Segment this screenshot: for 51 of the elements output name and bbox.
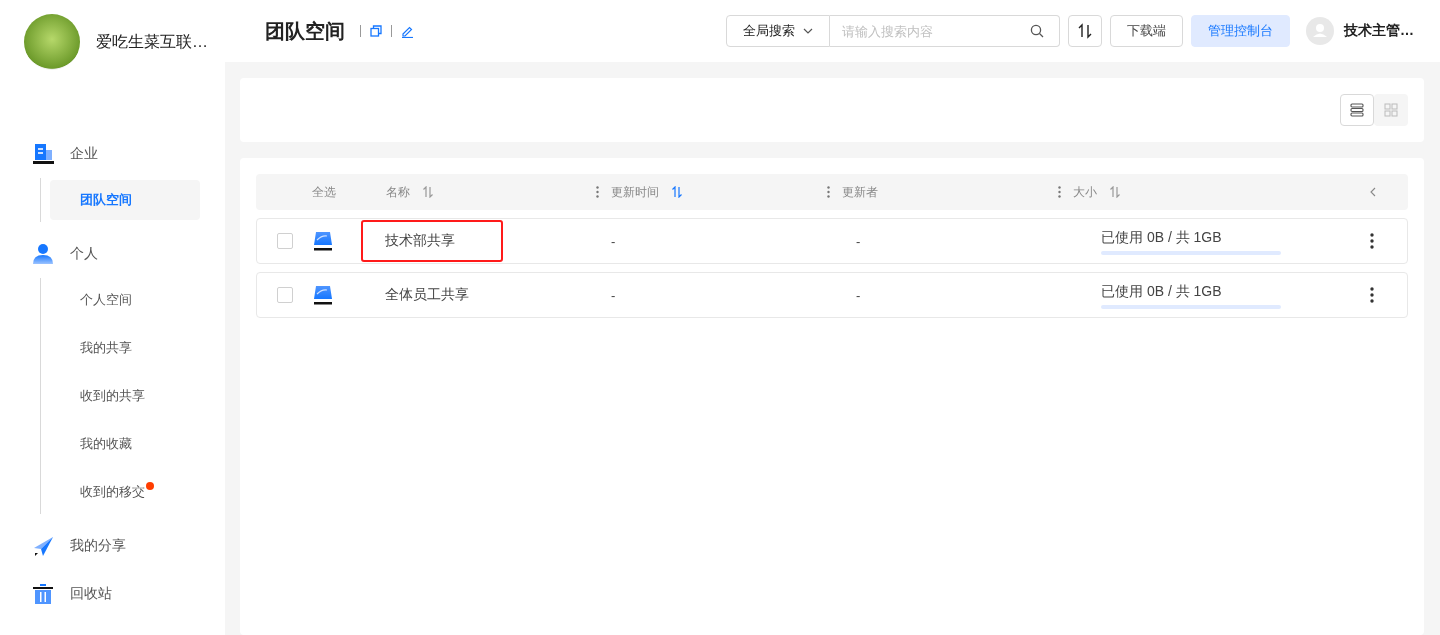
- storage-usage-text: 已使用 0B / 共 1GB: [1101, 283, 1223, 301]
- paper-plane-icon: [32, 536, 54, 556]
- pencil-icon: [401, 24, 414, 38]
- search-icon: [1030, 24, 1044, 38]
- table-cell: -: [611, 233, 616, 249]
- sidebar-item[interactable]: 个人: [0, 230, 225, 278]
- grid-icon: [1384, 103, 1398, 117]
- chevron-down-icon: [803, 28, 813, 34]
- search-scope-dropdown[interactable]: 全局搜索: [726, 15, 830, 47]
- drive-icon: [313, 231, 333, 251]
- sidebar-item[interactable]: 团队空间: [50, 180, 200, 220]
- organization-name: 爱吃生菜互联…: [96, 31, 208, 52]
- page-title: 团队空间: [265, 18, 345, 44]
- person-icon: [32, 244, 54, 264]
- list-view-button[interactable]: [1340, 94, 1374, 126]
- more-options-icon: [1370, 287, 1374, 303]
- table-row[interactable]: 技术部共享 - - 已使用 0B / 共 1GB: [256, 218, 1408, 264]
- storage-usage-text: 已使用 0B / 共 1GB: [1101, 229, 1223, 247]
- table-cell: -: [856, 233, 861, 249]
- sidebar-item[interactable]: 我的收藏: [50, 424, 200, 464]
- table-cell: -: [856, 287, 861, 303]
- list-icon: [1350, 103, 1364, 117]
- trash-can-icon: [32, 584, 54, 604]
- sidebar-item[interactable]: 个人空间: [50, 280, 200, 320]
- checkbox[interactable]: [277, 287, 293, 303]
- drive-icon: [313, 285, 333, 305]
- sidebar-item[interactable]: 我的分享: [0, 522, 225, 570]
- column-resize-handle-icon: [596, 186, 599, 198]
- sort-button[interactable]: [1068, 15, 1102, 47]
- sidebar-item[interactable]: 我的共享: [50, 328, 200, 368]
- checkbox[interactable]: [277, 233, 293, 249]
- download-button[interactable]: 下载端: [1110, 15, 1183, 47]
- file-name[interactable]: 全体员工共享: [361, 274, 517, 316]
- table-row[interactable]: 全体员工共享 - - 已使用 0B / 共 1GB: [256, 272, 1408, 318]
- file-name[interactable]: 技术部共享: [361, 220, 503, 262]
- admin-console-button[interactable]: 管理控制台: [1191, 15, 1290, 47]
- sidebar-item[interactable]: 企业: [0, 130, 225, 178]
- column-resize-handle-icon: [827, 186, 830, 198]
- user-name[interactable]: 技术主管…: [1344, 22, 1414, 40]
- sidebar-item[interactable]: 收到的移交: [50, 472, 200, 512]
- building-icon: [32, 144, 54, 164]
- sidebar-item[interactable]: 收到的共享: [50, 376, 200, 416]
- copy-icon: [370, 25, 382, 37]
- logo-photo-placeholder: [24, 14, 80, 70]
- column-resize-handle-icon: [1058, 186, 1061, 198]
- more-options-icon: [1370, 233, 1374, 249]
- chevron-left-icon: [1370, 187, 1376, 197]
- sidebar-item[interactable]: 回收站: [0, 570, 225, 618]
- column-header[interactable]: 大小: [1073, 183, 1097, 201]
- search-field[interactable]: 请输入搜索内容: [830, 15, 1060, 47]
- table-cell: -: [611, 287, 616, 303]
